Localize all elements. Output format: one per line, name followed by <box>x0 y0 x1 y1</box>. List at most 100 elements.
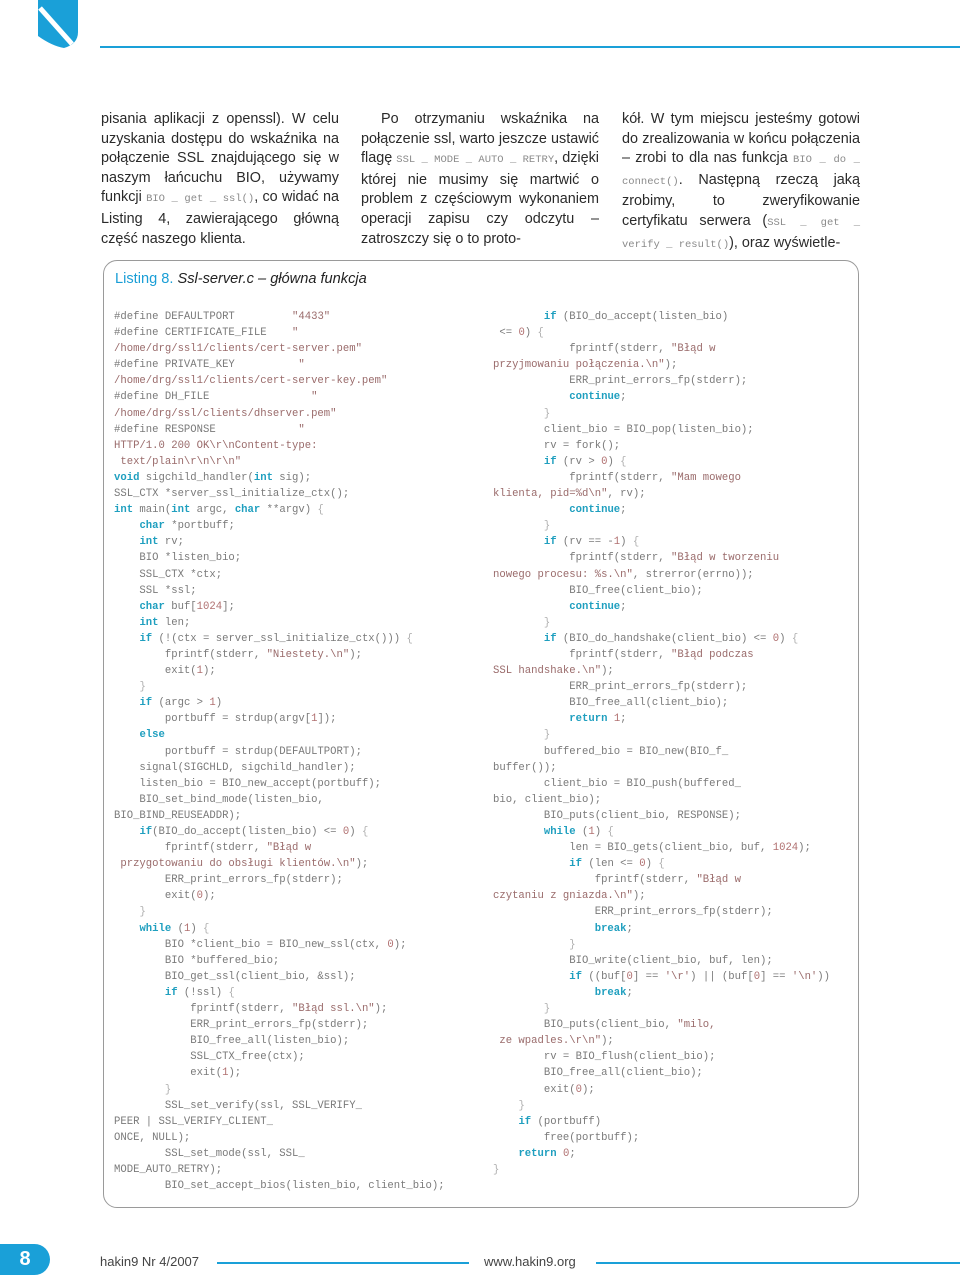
code-token: fprintf(stderr, <box>493 648 672 661</box>
code-line: buffer()); <box>493 760 830 776</box>
code-token: portbuff = strdup(argv[ <box>114 713 312 726</box>
code-token: SSL_set_verify(ssl, SSL_VERIFY_ <box>114 1099 362 1112</box>
code-token: ) <box>215 697 223 710</box>
code-token: } <box>543 520 551 533</box>
code-token: { <box>203 922 210 935</box>
code-token: ] == <box>632 970 665 983</box>
code-keyword: if <box>139 632 153 645</box>
website-link[interactable]: www.hakin9.org <box>484 1254 576 1269</box>
code-token: ; <box>620 713 627 726</box>
code-keyword: while <box>139 922 172 935</box>
code-token: )) <box>817 970 831 983</box>
code-line: #define DEFAULTPORT "4433" <box>114 309 445 325</box>
code-string: '\r' <box>664 970 691 983</box>
code-line: } <box>114 904 445 920</box>
code-line: nowego procesu: %s.\n", strerror(errno))… <box>493 567 830 583</box>
code-token: sigchild_handler( <box>139 471 254 484</box>
inline-code: BIO _ get _ ssl() <box>146 193 255 206</box>
code-token: (!(ctx = server_ssl_initialize_ctx())) <box>152 632 407 645</box>
code-token: ( <box>171 922 184 935</box>
code-line: while (1) { <box>114 921 445 937</box>
code-string: " <box>298 359 305 372</box>
code-token: ); <box>203 890 216 903</box>
code-line: BIO_write(client_bio, buf, len); <box>493 953 830 969</box>
code-keyword: continue <box>569 504 621 517</box>
code-line: /home/drg/ssl1/clients/cert-server.pem" <box>114 341 445 357</box>
code-line: } <box>114 1082 445 1098</box>
code-line: } <box>493 1001 830 1017</box>
code-token: *portbuff; <box>164 520 235 533</box>
code-token: #define RESPONSE <box>114 423 299 436</box>
code-token: ); <box>374 1003 388 1016</box>
code-token: ) <box>524 327 538 340</box>
code-line: BIO_free_all(listen_bio); <box>114 1033 445 1049</box>
code-line: char buf[1024]; <box>114 599 445 615</box>
code-token: len; <box>158 616 191 629</box>
code-token: fprintf(stderr, <box>114 842 267 855</box>
code-line: if (!(ctx = server_ssl_initialize_ctx())… <box>114 631 445 647</box>
code-token: SSL_set_mode(ssl, SSL_ <box>114 1147 305 1160</box>
code-token: { <box>791 632 799 645</box>
code-keyword: char <box>139 600 165 613</box>
code-token: ONCE, NULL); <box>114 1131 191 1144</box>
code-token: BIO_BIND_REUSEADDR); <box>114 809 242 822</box>
code-keyword: if <box>569 970 583 983</box>
code-line: SSL_set_mode(ssl, SSL_ <box>114 1146 445 1162</box>
code-line: if (rv > 0) { <box>493 454 830 470</box>
code-line: SSL_CTX *ctx; <box>114 567 445 583</box>
code-token: ((buf[ <box>582 970 627 983</box>
code-token: { <box>317 504 324 517</box>
code-keyword: if <box>139 697 153 710</box>
code-token: { <box>537 327 544 340</box>
code-token: } <box>493 1163 500 1176</box>
code-keyword: if <box>569 858 583 871</box>
code-token: ) <box>645 858 659 871</box>
code-line: if (len <= 0) { <box>493 856 830 872</box>
code-line: fprintf(stderr, "Błąd ssl.\n"); <box>114 1001 445 1017</box>
code-line: } <box>493 1098 830 1114</box>
code-token: ); <box>664 359 678 372</box>
code-line: int rv; <box>114 534 445 550</box>
code-token: ); <box>601 1035 614 1048</box>
code-line: MODE_AUTO_RETRY); <box>114 1162 445 1178</box>
code-keyword: if <box>543 455 557 468</box>
code-token: ; <box>620 600 627 613</box>
code-column-right: if (BIO_do_accept(listen_bio) <= 0) { fp… <box>493 309 830 1178</box>
code-string: "Błąd w tworzeniu <box>671 552 780 565</box>
code-token: buffered_bio = BIO_new(BIO_f_ <box>493 745 729 758</box>
code-token: fprintf(stderr, <box>493 874 697 887</box>
code-string: /home/drg/ssl/clients/dhserver.pem" <box>114 407 337 420</box>
code-line: break; <box>493 985 830 1001</box>
code-keyword: else <box>139 729 165 742</box>
column-text: ), oraz wyświetle- <box>729 234 841 251</box>
code-token: (rv > <box>556 455 602 468</box>
code-token: #define PRIVATE_KEY <box>114 359 299 372</box>
code-line: BIO_get_ssl(client_bio, &ssl); <box>114 969 445 985</box>
code-line: bio, client_bio); <box>493 792 830 808</box>
code-token: main( <box>133 504 172 517</box>
code-token: ; <box>626 922 633 935</box>
code-string: przygotowaniu do obsługi klientów.\n" <box>114 858 356 871</box>
code-string: ze wpadles.\r\n" <box>493 1035 602 1048</box>
code-token: ); <box>349 648 362 661</box>
code-token: ) <box>349 826 362 838</box>
code-token: (len <= <box>582 858 640 871</box>
code-token: ) <box>607 455 621 468</box>
issue-label: hakin9 Nr 4/2007 <box>100 1254 200 1269</box>
footer-rule <box>217 1262 469 1264</box>
code-token: ]); <box>317 713 337 726</box>
code-line: client_bio = BIO_push(buffered_ <box>493 776 830 792</box>
code-keyword: if <box>543 632 557 645</box>
